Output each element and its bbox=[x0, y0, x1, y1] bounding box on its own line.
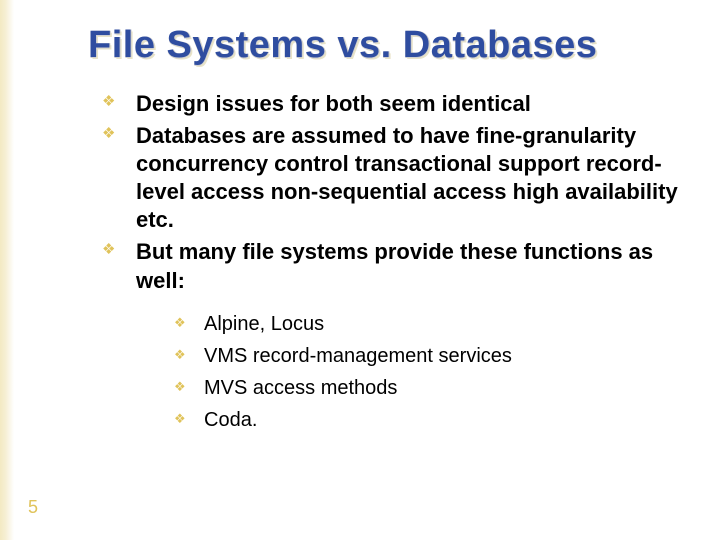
list-item: VMS record-management services bbox=[174, 341, 678, 371]
slide-title: File Systems vs. Databases bbox=[88, 24, 678, 68]
list-item: Coda. bbox=[174, 405, 678, 435]
bullet-list-level1: Design issues for both seem identical Da… bbox=[102, 90, 678, 435]
list-item: MVS access methods bbox=[174, 373, 678, 403]
list-item: Databases are assumed to have fine-granu… bbox=[102, 122, 678, 235]
slide-body: File Systems vs. Databases Design issues… bbox=[0, 0, 720, 540]
list-item: But many file systems provide these func… bbox=[102, 238, 678, 434]
list-item: Alpine, Locus bbox=[174, 309, 678, 339]
list-item: Design issues for both seem identical bbox=[102, 90, 678, 118]
bullet-text: MVS access methods bbox=[204, 377, 397, 399]
page-number: 5 bbox=[28, 497, 38, 518]
bullet-text: VMS record-management services bbox=[204, 345, 512, 367]
bullet-text: Design issues for both seem identical bbox=[136, 91, 531, 116]
bullet-text: Coda. bbox=[204, 409, 257, 431]
bullet-text: Alpine, Locus bbox=[204, 313, 324, 335]
bullet-list-level2: Alpine, Locus VMS record-management serv… bbox=[174, 309, 678, 435]
bullet-text: Databases are assumed to have fine-granu… bbox=[136, 123, 678, 232]
bullet-text: But many file systems provide these func… bbox=[136, 239, 653, 292]
